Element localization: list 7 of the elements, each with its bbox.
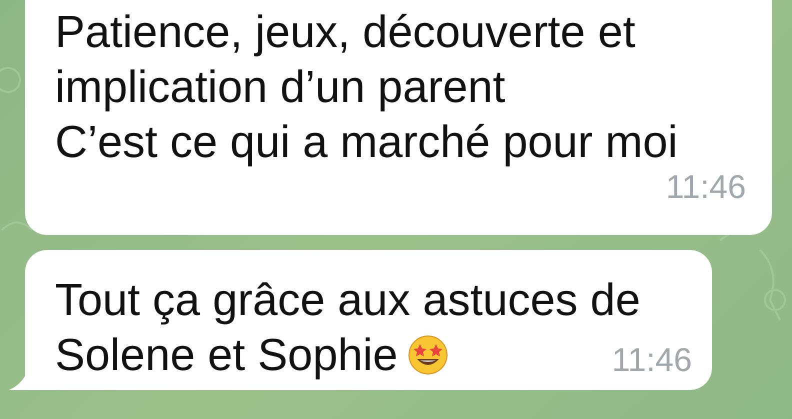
message-text: implication d’un parent [55,60,506,114]
message-text: C’est ce qui a marché pour moi [55,115,678,169]
message-text: Tout ça grâce aux astuces de [55,273,640,327]
message-time: 11:46 [612,342,692,378]
message-time: 11:46 [666,169,746,205]
message-text: Solene et Sophie [55,328,398,382]
message-text: Patience, jeux, découverte et [55,5,636,59]
